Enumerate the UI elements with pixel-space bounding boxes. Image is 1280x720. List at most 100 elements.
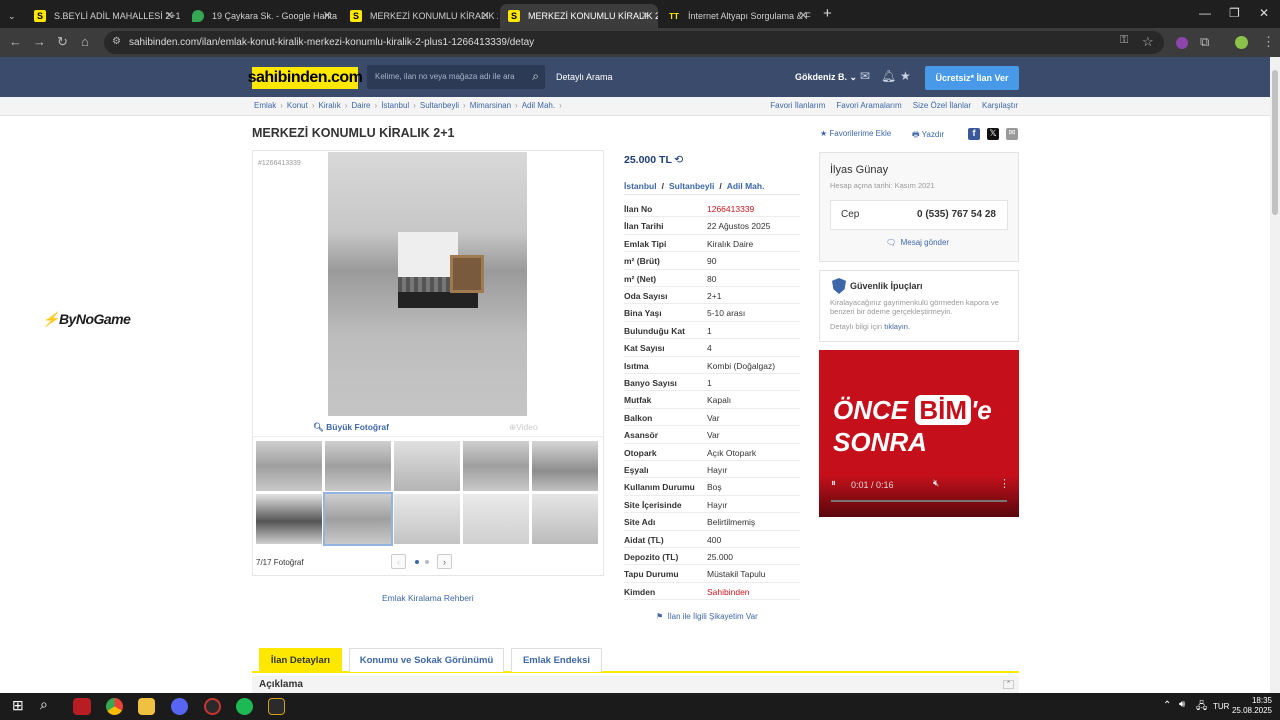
spotify-icon[interactable] xyxy=(236,698,253,715)
add-favorite-link[interactable]: ★ Favorilerime Ekle xyxy=(820,129,891,138)
location-neighborhood[interactable]: Adil Mah. xyxy=(727,181,765,191)
breadcrumb-item[interactable]: Adil Mah. xyxy=(522,101,555,110)
browser-tab[interactable]: S S.BEYLİ ADİL MAHALLESİ 2+1 K ✕ xyxy=(26,4,182,28)
menu-dots-icon[interactable]: ⋮ xyxy=(1262,34,1275,50)
favorite-searches-link[interactable]: Favori Aramalarım xyxy=(836,101,901,110)
close-icon[interactable]: ✕ xyxy=(165,9,174,22)
photo-thumbnail-selected[interactable] xyxy=(323,492,393,546)
search-icon[interactable]: ⌕ xyxy=(532,69,539,84)
restore-icon[interactable]: ❐ xyxy=(1229,6,1240,20)
search-icon[interactable]: ⌕ xyxy=(40,696,57,713)
mute-icon[interactable]: 🔇︎ xyxy=(933,478,939,489)
favorites-star-icon[interactable]: ★ xyxy=(900,69,911,83)
user-menu[interactable]: Gökdeniz B. ⌄ xyxy=(795,72,857,83)
facebook-share-icon[interactable]: f xyxy=(968,128,980,140)
site-info-icon[interactable]: ⚙ xyxy=(112,36,121,47)
bookmark-star-icon[interactable]: ☆ xyxy=(1142,34,1154,50)
breadcrumb-item[interactable]: Emlak xyxy=(254,101,276,110)
photo-thumbnail[interactable] xyxy=(532,441,598,491)
photo-thumbnail[interactable] xyxy=(256,441,322,491)
special-listings-link[interactable]: Size Özel İlanlar xyxy=(913,101,971,110)
file-explorer-icon[interactable] xyxy=(138,698,155,715)
photo-thumbnail[interactable] xyxy=(325,441,391,491)
close-icon[interactable]: ✕ xyxy=(323,9,332,22)
chrome-icon[interactable] xyxy=(106,698,123,715)
close-icon[interactable]: ✕ xyxy=(799,9,808,22)
video-menu-icon[interactable]: ⋮ xyxy=(999,477,1010,490)
new-tab-button[interactable]: + xyxy=(823,5,832,22)
back-icon[interactable]: ← xyxy=(9,34,22,49)
big-photo-button[interactable]: 🔍︎ Büyük Fotoğraf xyxy=(313,422,389,433)
video-ad[interactable]: ÖNCE BİM'e SONRA ⏸ 0:01 / 0:16 🔇︎ ⋮ xyxy=(819,350,1019,517)
tray-chevron-icon[interactable]: ⌃ xyxy=(1163,700,1171,711)
language-indicator[interactable]: TUR xyxy=(1213,702,1229,711)
site-logo[interactable]: sahibinden.com xyxy=(248,67,363,89)
extensions-puzzle-icon[interactable]: ⧉ xyxy=(1200,34,1209,50)
security-more-link[interactable]: tıklayın. xyxy=(884,322,910,331)
notification-bell-icon[interactable]: 🔔︎ xyxy=(881,69,896,83)
breadcrumb-item[interactable]: Mimarsinan xyxy=(470,101,511,110)
messages-icon[interactable]: ✉ xyxy=(860,69,870,83)
photo-thumbnail[interactable] xyxy=(463,494,529,544)
photo-thumbnail[interactable] xyxy=(256,494,322,544)
url-field[interactable]: ⚙ sahibinden.com/ilan/emlak-konut-kirali… xyxy=(104,31,1164,54)
app-icon[interactable] xyxy=(73,698,91,715)
clock[interactable]: 18:35 25.08.2025 xyxy=(1232,696,1272,716)
pager-dot[interactable] xyxy=(415,560,419,564)
breadcrumb-item[interactable]: Kiralık xyxy=(318,101,340,110)
search-input[interactable]: Kelime, ilan no veya mağaza adı ile ara … xyxy=(367,65,545,89)
password-key-icon[interactable]: ⚿ xyxy=(1120,34,1128,47)
phone-number[interactable]: 0 (535) 767 54 28 xyxy=(917,209,996,220)
favorite-listings-link[interactable]: Favori İlanlarım xyxy=(770,101,825,110)
main-photo[interactable] xyxy=(328,152,527,416)
next-page-button[interactable]: › xyxy=(437,554,452,569)
network-icon[interactable]: 🖧 xyxy=(1196,699,1207,716)
photo-thumbnail[interactable] xyxy=(463,441,529,491)
location-city[interactable]: İstanbul xyxy=(624,181,657,191)
post-free-ad-button[interactable]: Ücretsiz* İlan Ver xyxy=(925,66,1019,90)
compare-link[interactable]: Karşılaştır xyxy=(982,101,1018,110)
tab-location-street-view[interactable]: Konumu ve Sokak Görünümü xyxy=(349,648,504,672)
tab-search-button[interactable]: ⌄ xyxy=(4,4,22,28)
windows-start-icon[interactable]: ⊞ xyxy=(12,697,29,714)
price-history-icon[interactable]: ⟲ xyxy=(674,153,683,166)
browser-tab[interactable]: TT İnternet Altyapı Sorgulama & F ✕ xyxy=(660,4,816,28)
pause-icon[interactable]: ⏸ xyxy=(831,478,836,489)
print-link[interactable]: 🖶︎ Yazdır xyxy=(912,129,944,143)
browser-tab[interactable]: S MERKEZİ KONUMLU KİRALIK 2 ✕ xyxy=(342,4,498,28)
scrollbar-thumb[interactable] xyxy=(1272,70,1278,215)
profile-avatar[interactable] xyxy=(1235,36,1248,49)
detailed-search-link[interactable]: Detaylı Arama xyxy=(556,72,613,82)
reload-icon[interactable]: ↻ xyxy=(57,34,68,50)
seller-name[interactable]: İlyas Günay xyxy=(830,164,888,176)
close-icon[interactable]: ✕ xyxy=(641,9,650,22)
photo-thumbnail[interactable] xyxy=(394,441,460,491)
video-progress[interactable] xyxy=(831,500,1007,502)
window-close-icon[interactable]: ✕ xyxy=(1259,6,1269,20)
close-icon[interactable]: ✕ xyxy=(481,9,490,22)
volume-icon[interactable]: 🔊︎ xyxy=(1179,699,1185,710)
tab-listing-details[interactable]: İlan Detayları xyxy=(259,648,342,672)
browser-tab-active[interactable]: S MERKEZİ KONUMLU KİRALIK 2 ✕ xyxy=(500,4,658,28)
complaint-link[interactable]: ⚑ İlan ile İlgili Şikayetim Var xyxy=(656,612,758,621)
extension-icon[interactable] xyxy=(1176,37,1188,49)
pager-dot[interactable] xyxy=(425,560,429,564)
discord-icon[interactable] xyxy=(171,698,188,715)
x-share-icon[interactable]: 𝕏 xyxy=(987,128,999,140)
breadcrumb-item[interactable]: İstanbul xyxy=(381,101,409,110)
forward-icon[interactable]: → xyxy=(33,34,46,49)
location-district[interactable]: Sultanbeyli xyxy=(669,181,714,191)
browser-tab[interactable]: 19 Çaykara Sk. - Google Harita ✕ xyxy=(184,4,340,28)
app-icon[interactable] xyxy=(268,698,285,715)
photo-thumbnail[interactable] xyxy=(532,494,598,544)
prev-page-button[interactable]: ‹ xyxy=(391,554,406,569)
collapse-icon[interactable]: ⌃ xyxy=(1003,680,1014,689)
breadcrumb-item[interactable]: Konut xyxy=(287,101,308,110)
photo-thumbnail[interactable] xyxy=(394,494,460,544)
minimize-icon[interactable]: — xyxy=(1199,6,1211,20)
email-share-icon[interactable]: ✉ xyxy=(1006,128,1018,140)
rent-guide-link[interactable]: Emlak Kiralama Rehberi xyxy=(382,593,474,603)
home-icon[interactable]: ⌂ xyxy=(81,34,89,49)
tab-real-estate-index[interactable]: Emlak Endeksi xyxy=(511,648,602,672)
send-message-link[interactable]: 🗨︎ Mesaj gönder xyxy=(886,238,949,247)
